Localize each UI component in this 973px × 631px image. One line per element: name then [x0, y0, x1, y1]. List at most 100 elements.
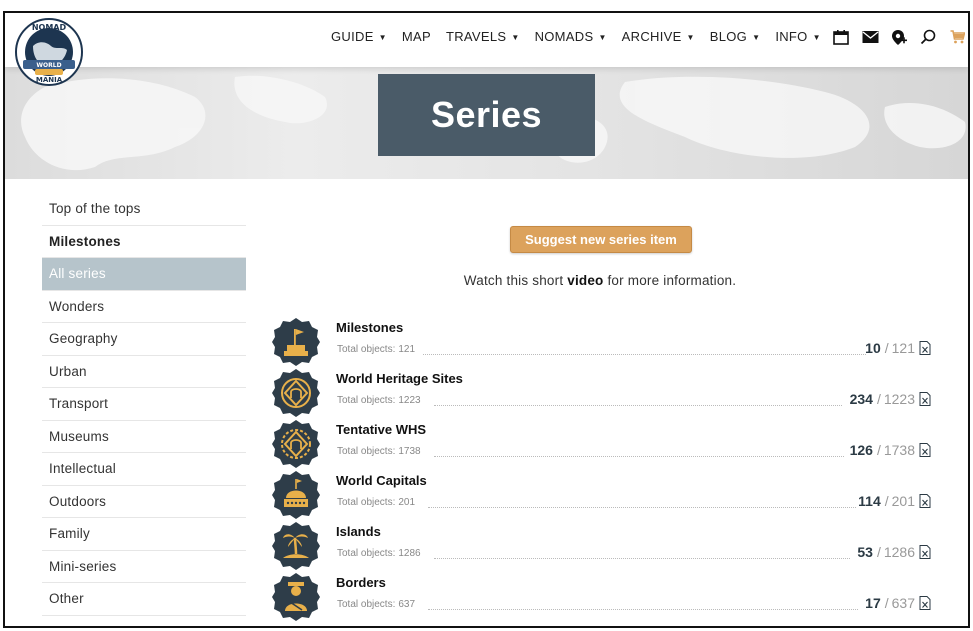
nav-travels[interactable]: TRAVELS ▼ — [446, 29, 520, 44]
excel-export-icon[interactable] — [919, 596, 931, 610]
series-row-tentative-whs[interactable]: Tentative WHS Total objects: 1738 126/173… — [271, 419, 931, 470]
total-count: 121 — [891, 340, 915, 356]
series-total: Total objects: 121 — [337, 344, 415, 355]
chevron-down-icon: ▼ — [752, 33, 761, 42]
nav-info-label: INFO — [775, 29, 808, 44]
total-label: Total objects: — [337, 344, 396, 355]
sidebar-item-intellectual[interactable]: Intellectual — [42, 453, 246, 486]
hero-title-box: Series — [378, 74, 595, 156]
page-frame: Series NOMAD WORLD MANIA GUIDE ▼ MAP TRAV… — [3, 11, 970, 628]
dotted-divider — [423, 354, 866, 355]
nav-travels-label: TRAVELS — [445, 29, 507, 44]
nomad-world-mania-logo[interactable]: NOMAD WORLD MANIA — [13, 16, 85, 88]
sidebar-item-outdoors[interactable]: Outdoors — [42, 486, 246, 518]
total-label: Total objects: — [337, 446, 396, 457]
series-total: Total objects: 1738 — [337, 446, 421, 457]
excel-export-icon[interactable] — [919, 443, 931, 457]
nav-blog[interactable]: BLOG ▼ — [710, 29, 761, 44]
sidebar-item-urban[interactable]: Urban — [42, 356, 246, 388]
series-row-borders[interactable]: Borders Total objects: 637 17/637 — [271, 572, 931, 623]
series-name[interactable]: World Capitals — [336, 473, 427, 488]
count-separator: / — [876, 391, 881, 407]
search-icon[interactable] — [918, 27, 938, 47]
nav-guide[interactable]: GUIDE ▼ — [331, 29, 387, 44]
series-row-world-heritage-sites[interactable]: World Heritage Sites Total objects: 1223 … — [271, 368, 931, 419]
series-name[interactable]: Milestones — [336, 320, 403, 335]
site-header: NOMAD WORLD MANIA GUIDE ▼ MAP TRAVELS ▼ NO… — [5, 13, 968, 86]
chevron-down-icon: ▼ — [598, 33, 607, 42]
sidebar-item-museums[interactable]: Museums — [42, 421, 246, 453]
series-progress: 126/1738 — [850, 442, 931, 458]
calendar-icon[interactable] — [831, 27, 851, 47]
sidebar-item-wonders[interactable]: Wonders — [42, 291, 246, 323]
total-count: 1738 — [883, 442, 915, 458]
watch-prefix: Watch this short — [463, 273, 564, 288]
visited-count: 10 — [865, 340, 881, 356]
sidebar-item-top-of-the-tops[interactable]: Top of the tops — [42, 193, 246, 226]
tentative-whs-icon — [272, 420, 320, 468]
nav-archive[interactable]: ARCHIVE ▼ — [622, 29, 695, 44]
sidebar-item-geography[interactable]: Geography — [42, 323, 246, 356]
dotted-divider — [434, 456, 844, 457]
excel-export-icon[interactable] — [919, 392, 931, 406]
excel-export-icon[interactable] — [919, 341, 931, 355]
series-progress: 10/121 — [865, 340, 931, 356]
count-separator: / — [876, 544, 881, 560]
total-count: 1286 — [883, 544, 915, 560]
watch-suffix: for more information. — [607, 273, 737, 288]
count-separator: / — [884, 595, 889, 611]
total-label: Total objects: — [337, 497, 396, 508]
total-value: 1223 — [398, 395, 421, 406]
total-value: 1286 — [398, 548, 421, 559]
series-row-world-capitals[interactable]: World Capitals Total objects: 201 114/201 — [271, 470, 931, 521]
mail-icon[interactable] — [860, 27, 880, 47]
dotted-divider — [434, 558, 850, 559]
logo-text-world: WORLD — [36, 62, 61, 69]
series-name[interactable]: Tentative WHS — [336, 422, 426, 437]
series-progress: 53/1286 — [857, 544, 931, 560]
main-nav: GUIDE ▼ MAP TRAVELS ▼ NOMADS ▼ ARCHIVE ▼ BLO… — [331, 29, 836, 44]
nav-map[interactable]: MAP — [402, 29, 431, 44]
excel-export-icon[interactable] — [919, 545, 931, 559]
series-name[interactable]: Borders — [336, 575, 386, 590]
chevron-down-icon: ▼ — [812, 33, 821, 42]
count-separator: / — [884, 340, 889, 356]
series-sidebar: Top of the tops Milestones All series Wo… — [42, 193, 246, 616]
excel-export-icon[interactable] — [919, 494, 931, 508]
visited-count: 234 — [849, 391, 873, 407]
unesco-whs-icon — [272, 369, 320, 417]
total-count: 201 — [891, 493, 915, 509]
cart-icon[interactable] — [947, 27, 967, 47]
nav-nomads[interactable]: NOMADS ▼ — [535, 29, 607, 44]
sidebar-item-all-series[interactable]: All series — [42, 258, 246, 291]
total-value: 121 — [398, 344, 416, 355]
nav-blog-label: BLOG — [709, 29, 748, 44]
series-progress: 17/637 — [865, 595, 931, 611]
series-list: Milestones Total objects: 121 10/121 Worl… — [271, 317, 931, 623]
series-name[interactable]: World Heritage Sites — [336, 371, 463, 386]
count-separator: / — [884, 493, 889, 509]
sidebar-item-mini-series[interactable]: Mini-series — [42, 551, 246, 583]
suggest-series-button[interactable]: Suggest new series item — [510, 226, 692, 253]
total-value: 201 — [398, 497, 416, 508]
sidebar-item-other[interactable]: Other — [42, 583, 246, 616]
visited-count: 114 — [858, 493, 881, 509]
series-progress: 114/201 — [858, 493, 931, 509]
sidebar-item-transport[interactable]: Transport — [42, 388, 246, 421]
nav-guide-label: GUIDE — [331, 29, 374, 44]
header-icons — [831, 27, 968, 47]
nav-info[interactable]: INFO ▼ — [775, 29, 820, 44]
series-row-milestones[interactable]: Milestones Total objects: 121 10/121 — [271, 317, 931, 368]
page-title: Series — [430, 94, 543, 135]
video-link[interactable]: video — [567, 273, 603, 288]
visited-count: 17 — [865, 595, 881, 611]
series-row-islands[interactable]: Islands Total objects: 1286 53/1286 — [271, 521, 931, 572]
total-label: Total objects: — [337, 599, 396, 610]
series-name[interactable]: Islands — [336, 524, 381, 539]
chevron-down-icon: ▼ — [378, 33, 387, 42]
border-guard-icon — [272, 573, 320, 621]
sidebar-item-milestones[interactable]: Milestones — [42, 226, 246, 258]
nav-map-label: MAP — [401, 29, 431, 44]
sidebar-item-family[interactable]: Family — [42, 518, 246, 551]
add-location-icon[interactable] — [889, 27, 909, 47]
